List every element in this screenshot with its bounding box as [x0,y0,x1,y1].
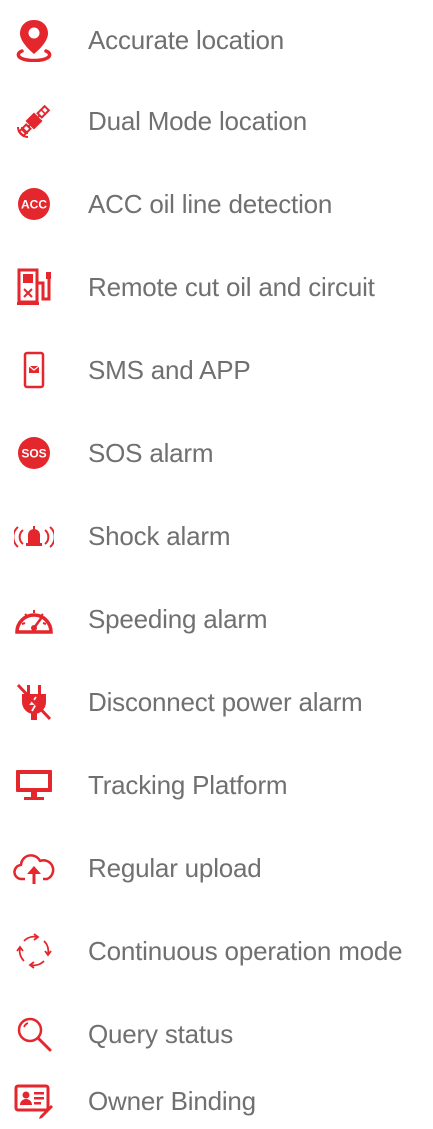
feature-item-disconnect-power: Disconnect power alarm [0,676,433,728]
feature-item-remote-cut: Remote cut oil and circuit [0,261,433,313]
id-card-icon [10,1077,58,1125]
feature-label: Remote cut oil and circuit [88,271,375,302]
cycle-arrows-icon [10,927,58,975]
feature-item-tracking-platform: Tracking Platform [0,759,433,811]
feature-label: Continuous operation mode [88,935,403,966]
feature-label: Regular upload [88,852,262,883]
feature-item-regular-upload: Regular upload [0,842,433,894]
feature-label: Tracking Platform [88,769,288,800]
feature-label: SMS and APP [88,354,251,385]
monitor-icon [10,761,58,809]
magnifier-icon [10,1010,58,1058]
feature-label: Accurate location [88,24,285,55]
feature-label: SOS alarm [88,437,214,468]
feature-list: Accurate location Dual Mode location ACC… [0,0,433,1129]
feature-item-query-status: Query status [0,1008,433,1060]
feature-label: Owner Binding [88,1085,256,1116]
feature-item-sos-alarm: SOS SOS alarm [0,427,433,479]
cloud-upload-icon [10,844,58,892]
feature-item-acc-oil-line: ACC ACC oil line detection [0,178,433,230]
unplugged-icon [10,678,58,726]
map-pin-icon [10,16,58,64]
feature-item-owner-binding: Owner Binding [0,1075,433,1127]
feature-label: Speeding alarm [88,603,268,634]
sos-badge-icon: SOS [10,429,58,477]
feature-item-shock-alarm: Shock alarm [0,510,433,562]
sos-badge-text: SOS [21,447,46,461]
feature-label: Disconnect power alarm [88,686,363,717]
feature-item-speeding-alarm: Speeding alarm [0,593,433,645]
acc-badge-icon: ACC [10,180,58,228]
feature-item-continuous-operation: Continuous operation mode [0,925,433,977]
smartphone-icon [10,346,58,394]
feature-label: ACC oil line detection [88,188,333,219]
satellite-icon [10,97,58,145]
acc-badge-text: ACC [21,198,47,212]
speedometer-icon [10,595,58,643]
feature-item-accurate-location: Accurate location [0,14,433,66]
fuel-pump-icon [10,263,58,311]
feature-item-sms-app: SMS and APP [0,344,433,396]
feature-label: Dual Mode location [88,105,307,136]
feature-label: Shock alarm [88,520,231,551]
feature-item-dual-mode-location: Dual Mode location [0,95,433,147]
vibrating-alarm-icon [10,512,58,560]
feature-label: Query status [88,1018,233,1049]
